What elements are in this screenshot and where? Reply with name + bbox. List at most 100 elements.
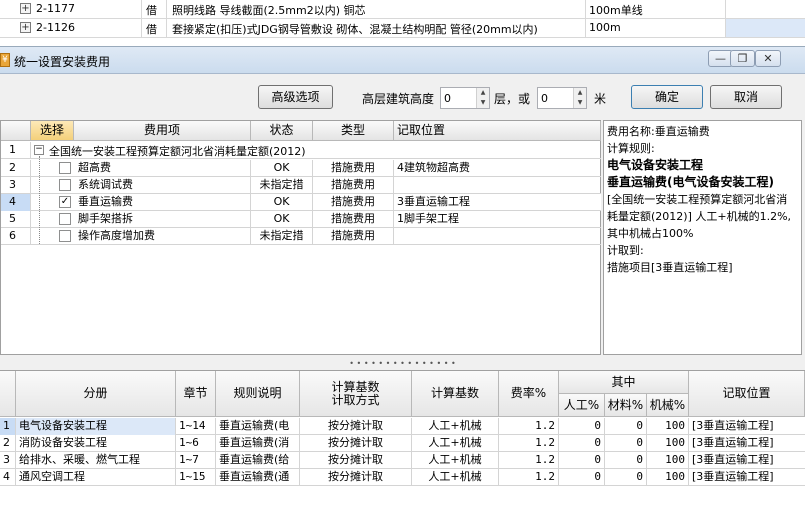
- header-position[interactable]: 记取位置: [689, 371, 805, 417]
- maximize-icon[interactable]: ❐: [730, 50, 755, 67]
- cell-position[interactable]: [3垂直运输工程]: [689, 452, 805, 469]
- cell-chapter[interactable]: 1~15: [176, 469, 216, 486]
- tree-row-selected[interactable]: 4 ✓ 垂直运输费 OK 措施费用 3垂直运输工程: [1, 194, 601, 211]
- cell-rule[interactable]: 垂直运输费(给: [216, 452, 300, 469]
- row-position[interactable]: 4建筑物超高费: [394, 160, 601, 177]
- tree-row[interactable]: 2 超高费 OK 措施费用 4建筑物超高费: [1, 160, 601, 177]
- tree-row[interactable]: 5 脚手架搭拆 OK 措施费用 1脚手架工程: [1, 211, 601, 228]
- cell-category[interactable]: 通风空调工程: [16, 469, 176, 486]
- table-row[interactable]: + 2-1126 借 套接紧定(扣压)式JDG钢导管敷设 砌体、混凝土结构明配 …: [0, 19, 805, 38]
- row-position[interactable]: [394, 228, 601, 245]
- cell-base[interactable]: 人工+机械: [412, 435, 499, 452]
- cell-position[interactable]: [3垂直运输工程]: [689, 435, 805, 452]
- table-row[interactable]: + 2-1177 借 照明线路 导线截面(2.5mm2以内) 铜芯 100m单线: [0, 0, 805, 19]
- row-type: 措施费用: [313, 160, 394, 177]
- header-type[interactable]: 类型: [313, 121, 394, 141]
- cell-category[interactable]: 电气设备安装工程: [16, 418, 176, 435]
- cell-machine[interactable]: 100: [647, 418, 689, 435]
- tree-row[interactable]: 3 系统调试费 未指定措 措施费用: [1, 177, 601, 194]
- header-fee-item[interactable]: 费用项: [74, 121, 251, 141]
- row-position[interactable]: 1脚手架工程: [394, 211, 601, 228]
- row-checkbox[interactable]: [59, 162, 71, 174]
- header-category[interactable]: 分册: [16, 371, 176, 417]
- row-index: 3: [1, 177, 31, 194]
- spin-arrows-icon[interactable]: ▲ ▼: [573, 88, 586, 108]
- cell-method[interactable]: 按分摊计取: [300, 435, 412, 452]
- cell-labor[interactable]: 0: [559, 435, 605, 452]
- cell-material[interactable]: 0: [605, 469, 647, 486]
- cell-base[interactable]: 人工+机械: [412, 418, 499, 435]
- cell-labor[interactable]: 0: [559, 418, 605, 435]
- row-position[interactable]: 3垂直运输工程: [394, 194, 601, 211]
- distribution-grid: 分册 章节 规则说明 计算基数 计取方式 计算基数 费率% 其中 人工% 材料%…: [0, 370, 805, 511]
- cancel-button[interactable]: 取消: [710, 85, 782, 109]
- cell-base[interactable]: 人工+机械: [412, 452, 499, 469]
- cell-chapter[interactable]: 1~14: [176, 418, 216, 435]
- cell-chapter[interactable]: 1~6: [176, 435, 216, 452]
- dialog-titlebar[interactable]: ¥ 统一设置安装费用 — ❐ ✕: [0, 47, 805, 74]
- cell-machine[interactable]: 100: [647, 435, 689, 452]
- cell-rule[interactable]: 垂直运输费(电: [216, 418, 300, 435]
- tree-row[interactable]: 6 操作高度增加费 未指定措 措施费用: [1, 228, 601, 245]
- expand-icon[interactable]: +: [20, 22, 31, 33]
- cell-material[interactable]: 0: [605, 418, 647, 435]
- tree-root-row[interactable]: 1 − 全国统一安装工程预算定额河北省消耗量定额(2012): [1, 142, 601, 159]
- header-method[interactable]: 计算基数 计取方式: [300, 371, 412, 417]
- cell-material[interactable]: 0: [605, 435, 647, 452]
- spin-arrows-icon[interactable]: ▲ ▼: [476, 88, 489, 108]
- cell-chapter[interactable]: 1~7: [176, 452, 216, 469]
- cell-rate[interactable]: 1.2: [499, 435, 559, 452]
- cell-rate[interactable]: 1.2: [499, 418, 559, 435]
- cell-rule[interactable]: 垂直运输费(消: [216, 435, 300, 452]
- cell-category[interactable]: 给排水、采暖、燃气工程: [16, 452, 176, 469]
- row-type: 措施费用: [313, 194, 394, 211]
- row-checkbox[interactable]: [59, 230, 71, 242]
- header-of-which: 其中: [559, 371, 689, 394]
- header-position[interactable]: 记取位置: [394, 121, 601, 141]
- header-rate[interactable]: 费率%: [499, 371, 559, 417]
- row-code: 2-1126: [36, 21, 75, 34]
- header-select[interactable]: 选择: [31, 121, 74, 141]
- cell-labor[interactable]: 0: [559, 469, 605, 486]
- cell-method[interactable]: 按分摊计取: [300, 452, 412, 469]
- header-base[interactable]: 计算基数: [412, 371, 499, 417]
- cell-labor[interactable]: 0: [559, 452, 605, 469]
- cell-machine[interactable]: 100: [647, 452, 689, 469]
- cell-category[interactable]: 消防设备安装工程: [16, 435, 176, 452]
- table-row[interactable]: 4 通风空调工程 1~15 垂直运输费(通 按分摊计取 人工+机械 1.2 0 …: [0, 469, 805, 486]
- close-icon[interactable]: ✕: [755, 50, 781, 67]
- cell-position[interactable]: [3垂直运输工程]: [689, 418, 805, 435]
- header-chapter[interactable]: 章节: [176, 371, 216, 417]
- cell-position[interactable]: [3垂直运输工程]: [689, 469, 805, 486]
- row-type: 措施费用: [313, 211, 394, 228]
- cell-rate[interactable]: 1.2: [499, 452, 559, 469]
- header-rule[interactable]: 规则说明: [216, 371, 300, 417]
- header-labor[interactable]: 人工%: [559, 394, 605, 417]
- cell-machine[interactable]: 100: [647, 469, 689, 486]
- table-row[interactable]: 3 给排水、采暖、燃气工程 1~7 垂直运输费(给 按分摊计取 人工+机械 1.…: [0, 452, 805, 469]
- row-checkbox[interactable]: [59, 179, 71, 191]
- cell-rate[interactable]: 1.2: [499, 469, 559, 486]
- header-status[interactable]: 状态: [251, 121, 313, 141]
- rule-info-panel: 费用名称:垂直运输费 计算规则: 电气设备安装工程 垂直运输费(电气设备安装工程…: [603, 120, 802, 355]
- floors-stepper[interactable]: 0 ▲ ▼: [440, 87, 490, 109]
- cell-rule[interactable]: 垂直运输费(通: [216, 469, 300, 486]
- info-rule-label: 计算规则:: [607, 142, 655, 155]
- cell-method[interactable]: 按分摊计取: [300, 469, 412, 486]
- expand-icon[interactable]: +: [20, 3, 31, 14]
- header-machine[interactable]: 机械%: [647, 394, 689, 417]
- cell-material[interactable]: 0: [605, 452, 647, 469]
- table-row[interactable]: 1 电气设备安装工程 1~14 垂直运输费(电 按分摊计取 人工+机械 1.2 …: [0, 418, 805, 435]
- row-checkbox-checked[interactable]: ✓: [59, 196, 71, 208]
- row-position[interactable]: [394, 177, 601, 194]
- cell-base[interactable]: 人工+机械: [412, 469, 499, 486]
- ok-button[interactable]: 确定: [631, 85, 703, 109]
- splitter[interactable]: • • • • • • • • • • • • • • •: [0, 360, 805, 369]
- advanced-options-button[interactable]: 高级选项: [258, 85, 333, 109]
- table-row[interactable]: 2 消防设备安装工程 1~6 垂直运输费(消 按分摊计取 人工+机械 1.2 0…: [0, 435, 805, 452]
- collapse-icon[interactable]: −: [34, 145, 44, 155]
- row-checkbox[interactable]: [59, 213, 71, 225]
- cell-method[interactable]: 按分摊计取: [300, 418, 412, 435]
- meters-stepper[interactable]: 0 ▲ ▼: [537, 87, 587, 109]
- header-material[interactable]: 材料%: [605, 394, 647, 417]
